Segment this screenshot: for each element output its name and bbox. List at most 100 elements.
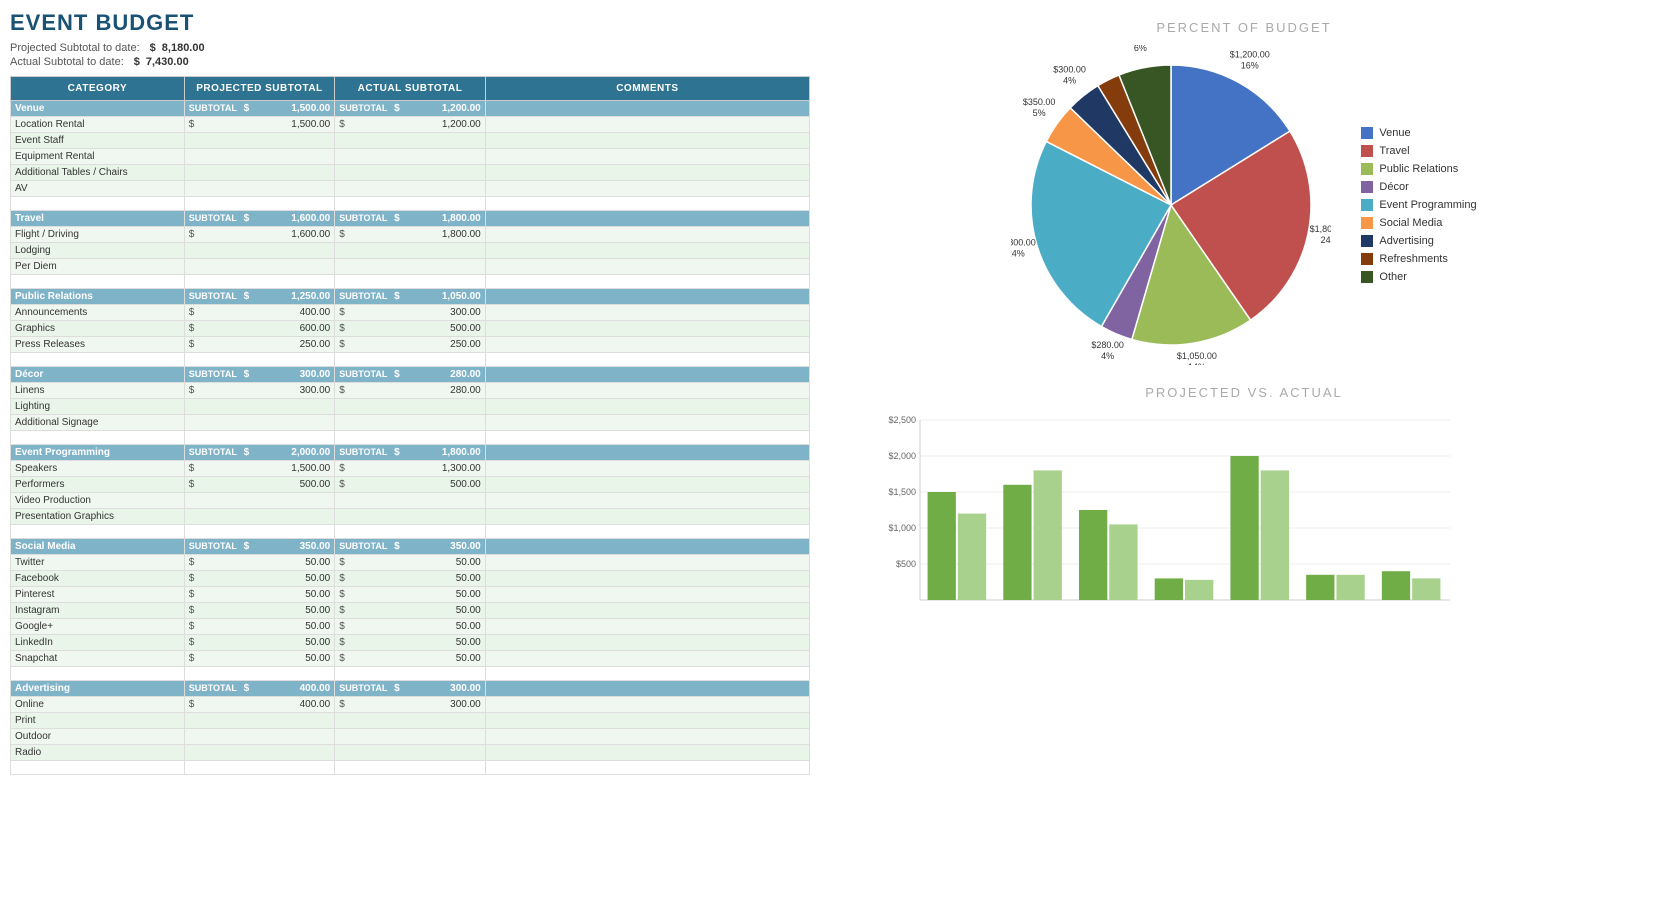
table-row: Print [11, 713, 810, 729]
table-row: AV [11, 181, 810, 197]
bar-chart-title: PROJECTED vs. ACTUAL [830, 385, 1658, 400]
table-row: Flight / Driving $1,600.00 $1,800.00 [11, 227, 810, 243]
projected-dollar-sign: $ [150, 42, 156, 54]
legend-label: Venue [1379, 127, 1410, 139]
legend-swatch [1361, 127, 1373, 139]
table-row: Snapchat $50.00 $50.00 [11, 651, 810, 667]
section-header-décor: Décor SUBTOTAL $ 300.00 SUBTOTAL $ 280.0… [11, 367, 810, 383]
table-row: Linens $300.00 $280.00 [11, 383, 810, 399]
table-row: Pinterest $50.00 $50.00 [11, 587, 810, 603]
pie-label: $280.00 [1092, 340, 1125, 350]
table-row: Press Releases $250.00 $250.00 [11, 337, 810, 353]
projected-summary-row: Projected Subtotal to date: $ 8,180.00 [10, 42, 810, 54]
pie-label: $1,200.00 [1230, 49, 1270, 59]
table-row: Additional Tables / Chairs [11, 165, 810, 181]
table-row: Location Rental $1,500.00 $1,200.00 [11, 117, 810, 133]
legend-item: Venue [1361, 127, 1476, 139]
page-title: EVENT BUDGET [10, 10, 810, 36]
pie-chart-section: PERCENT of BUDGET $1,200.0016%$1,800.002… [830, 20, 1658, 365]
legend-swatch [1361, 253, 1373, 265]
table-row: Equipment Rental [11, 149, 810, 165]
legend-item: Other [1361, 271, 1476, 283]
legend-label: Event Programming [1379, 199, 1476, 211]
legend-swatch [1361, 235, 1373, 247]
legend-item: Social Media [1361, 217, 1476, 229]
table-row: Video Production [11, 493, 810, 509]
header-actual: ACTUAL SUBTOTAL [335, 77, 486, 101]
actual-label: Actual Subtotal to date: [10, 56, 124, 68]
bar-projected [1079, 510, 1107, 600]
table-row: Lighting [11, 399, 810, 415]
header-category: CATEGORY [11, 77, 185, 101]
legend-swatch [1361, 217, 1373, 229]
bar-projected [1382, 571, 1410, 600]
table-row: Radio [11, 745, 810, 761]
section-header-social-media: Social Media SUBTOTAL $ 350.00 SUBTOTAL … [11, 539, 810, 555]
legend-swatch [1361, 199, 1373, 211]
actual-summary-row: Actual Subtotal to date: $ 7,430.00 [10, 56, 810, 68]
pie-label: $1,050.00 [1177, 351, 1217, 361]
bar-actual [1412, 578, 1440, 600]
table-row: LinkedIn $50.00 $50.00 [11, 635, 810, 651]
pie-legend: Venue Travel Public Relations Décor Even… [1361, 127, 1476, 283]
table-row: Speakers $1,500.00 $1,300.00 [11, 461, 810, 477]
legend-swatch [1361, 181, 1373, 193]
svg-text:$1,500: $1,500 [888, 487, 916, 497]
pie-pct-label: 4% [1102, 351, 1115, 361]
table-row: Event Staff [11, 133, 810, 149]
budget-table: CATEGORY PROJECTED SUBTOTAL ACTUAL SUBTO… [10, 76, 810, 775]
pie-pct-label: 6% [1134, 45, 1147, 53]
table-header-row: CATEGORY PROJECTED SUBTOTAL ACTUAL SUBTO… [11, 77, 810, 101]
table-row: Performers $500.00 $500.00 [11, 477, 810, 493]
table-row: Per Diem [11, 259, 810, 275]
bar-projected [1155, 578, 1183, 600]
legend-swatch [1361, 271, 1373, 283]
pie-chart-title: PERCENT of BUDGET [830, 20, 1658, 35]
bar-projected [1230, 456, 1258, 600]
legend-item: Public Relations [1361, 163, 1476, 175]
bar-actual [1109, 524, 1137, 600]
table-row: Additional Signage [11, 415, 810, 431]
pie-label: $1,800.00 [1310, 224, 1331, 234]
bar-projected [1306, 575, 1334, 600]
bar-chart-section: PROJECTED vs. ACTUAL $500$1,000$1,500$2,… [830, 385, 1658, 633]
pie-pct-label: 5% [1033, 108, 1046, 118]
actual-value: 7,430.00 [146, 56, 189, 68]
pie-pct-label: 24% [1011, 248, 1025, 258]
header-projected: PROJECTED SUBTOTAL [184, 77, 335, 101]
section-header-venue: Venue SUBTOTAL $ 1,500.00 SUBTOTAL $ 1,2… [11, 101, 810, 117]
projected-label: Projected Subtotal to date: [10, 42, 140, 54]
legend-label: Social Media [1379, 217, 1442, 229]
svg-text:$1,000: $1,000 [888, 523, 916, 533]
legend-label: Travel [1379, 145, 1409, 157]
bar-projected [928, 492, 956, 600]
spacer-row [11, 431, 810, 445]
legend-label: Other [1379, 271, 1407, 283]
bar-actual [1336, 575, 1364, 600]
legend-label: Advertising [1379, 235, 1433, 247]
table-row: Graphics $600.00 $500.00 [11, 321, 810, 337]
right-panel: PERCENT of BUDGET $1,200.0016%$1,800.002… [820, 10, 1668, 897]
legend-swatch [1361, 145, 1373, 157]
section-header-advertising: Advertising SUBTOTAL $ 400.00 SUBTOTAL $… [11, 681, 810, 697]
table-row: Outdoor [11, 729, 810, 745]
legend-item: Décor [1361, 181, 1476, 193]
pie-chart: $1,200.0016%$1,800.0024%$1,050.0014%$280… [1011, 45, 1331, 365]
pie-area: $1,200.0016%$1,800.0024%$1,050.0014%$280… [830, 45, 1658, 365]
bar-actual [1261, 470, 1289, 600]
table-row: Online $400.00 $300.00 [11, 697, 810, 713]
table-row: Twitter $50.00 $50.00 [11, 555, 810, 571]
pie-label: $1,800.00 [1011, 237, 1036, 247]
svg-text:$2,500: $2,500 [888, 415, 916, 425]
spacer-row [11, 275, 810, 289]
legend-label: Décor [1379, 181, 1408, 193]
bar-actual [958, 514, 986, 600]
legend-item: Advertising [1361, 235, 1476, 247]
header-comments: COMMENTS [485, 77, 809, 101]
bar-actual [1185, 580, 1213, 600]
legend-swatch [1361, 163, 1373, 175]
bar-projected [1003, 485, 1031, 600]
pie-pct-label: 16% [1241, 60, 1259, 70]
spacer-row [11, 197, 810, 211]
pie-label: $300.00 [1054, 65, 1087, 75]
